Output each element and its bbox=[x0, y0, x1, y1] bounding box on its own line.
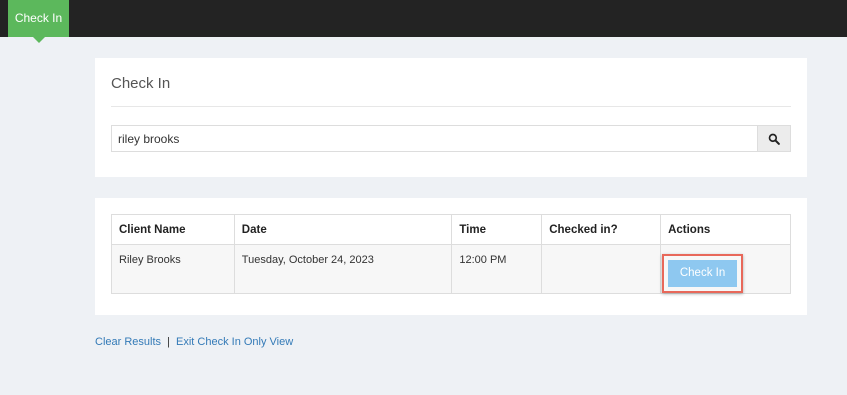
table-header-row: Client Name Date Time Checked in? Action… bbox=[111, 214, 791, 245]
search-button[interactable] bbox=[757, 125, 791, 152]
cell-client-name: Riley Brooks bbox=[111, 244, 235, 294]
cell-date: Tuesday, October 24, 2023 bbox=[233, 244, 453, 294]
client-search-input[interactable] bbox=[111, 125, 757, 152]
column-header-time: Time bbox=[451, 214, 543, 245]
search-icon bbox=[768, 133, 780, 145]
check-in-button[interactable]: Check In bbox=[668, 260, 738, 287]
clear-results-link[interactable]: Clear Results bbox=[95, 336, 161, 348]
check-in-button-highlight: Check In bbox=[662, 254, 744, 293]
column-header-checked-in: Checked in? bbox=[541, 214, 662, 245]
link-separator: | bbox=[167, 336, 170, 348]
exit-check-in-view-link[interactable]: Exit Check In Only View bbox=[176, 336, 293, 348]
column-header-date: Date bbox=[233, 214, 453, 245]
column-header-actions: Actions bbox=[660, 214, 791, 245]
cell-actions: Check In bbox=[660, 244, 791, 294]
footer-links: Clear Results | Exit Check In Only View bbox=[95, 336, 293, 348]
column-header-client-name: Client Name bbox=[111, 214, 235, 245]
results-panel: Client Name Date Time Checked in? Action… bbox=[95, 198, 807, 315]
page-title: Check In bbox=[111, 75, 171, 92]
table-row: Riley Brooks Tuesday, October 24, 2023 1… bbox=[111, 244, 791, 294]
active-tab-caret bbox=[33, 37, 45, 43]
top-navbar: Check In bbox=[0, 0, 847, 43]
nav-tab-check-in[interactable]: Check In bbox=[8, 0, 69, 37]
search-panel: Check In bbox=[95, 58, 807, 177]
cell-time: 12:00 PM bbox=[451, 244, 543, 294]
cell-checked-in bbox=[541, 244, 662, 294]
results-table: Client Name Date Time Checked in? Action… bbox=[111, 214, 791, 294]
title-divider bbox=[111, 106, 791, 107]
